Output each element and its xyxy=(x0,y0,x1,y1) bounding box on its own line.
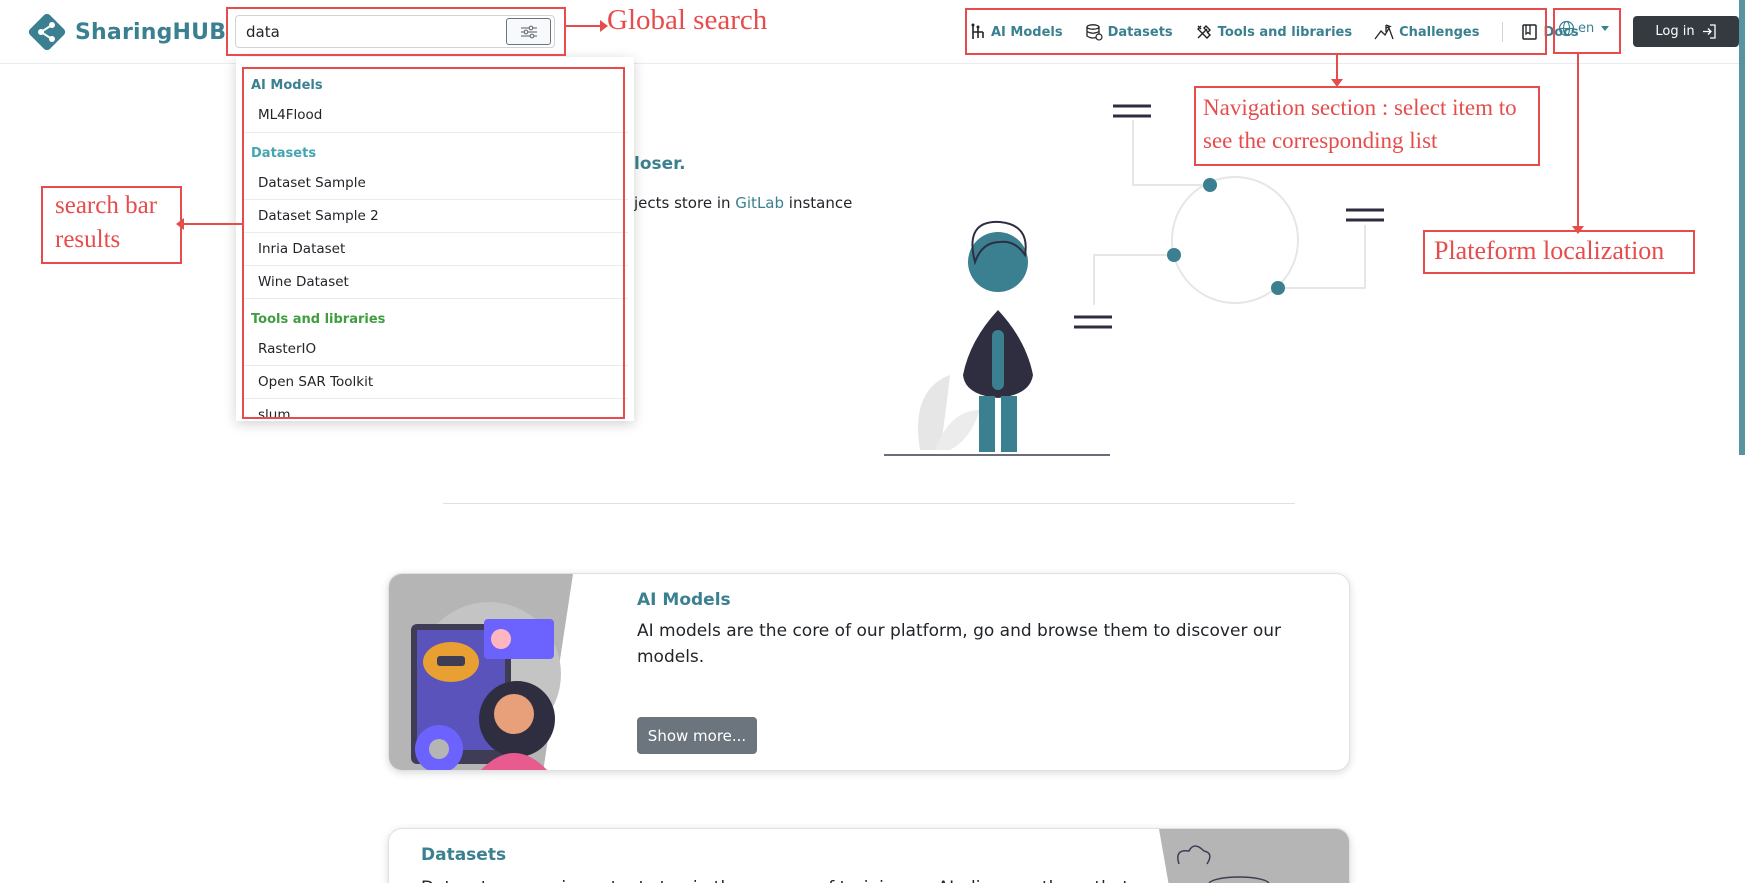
annotation-label-navigation-2: see the corresponding list xyxy=(1203,128,1438,153)
card-ai-models: AI Models AI models are the core of our … xyxy=(388,573,1350,771)
annotation-arrow-navigation xyxy=(1331,55,1343,87)
page-scroll-indicator[interactable] xyxy=(1739,0,1745,455)
annotation-label-localization: Plateform localization xyxy=(1434,236,1665,265)
annotation-arrow-global-search xyxy=(566,20,608,32)
annotation-box-navigation xyxy=(965,8,1547,55)
brand-logo-link[interactable]: SharingHUB xyxy=(27,12,226,52)
gitlab-link[interactable]: GitLab xyxy=(735,194,784,212)
login-label: Log in xyxy=(1655,24,1695,39)
annotation-label-navigation-1: Navigation section : select item to xyxy=(1203,95,1517,120)
annotation-label-global-search: Global search xyxy=(607,4,768,36)
annotation-arrow-localization xyxy=(1572,54,1584,234)
brand-name: SharingHUB xyxy=(75,19,227,45)
annotation-box-search-results xyxy=(242,67,625,419)
datasets-illustration xyxy=(1159,829,1349,883)
card-desc-datasets: Datasets are an important step in the pr… xyxy=(421,875,1129,883)
sharinghub-logo-icon xyxy=(28,13,66,51)
card-title-datasets: Datasets xyxy=(421,845,507,865)
hero-text-after: instance xyxy=(784,194,853,212)
annotation-arrow-search-results xyxy=(176,218,242,230)
hero-accent-text: loser. xyxy=(634,154,686,174)
card-datasets: Datasets Datasets are an important step … xyxy=(388,828,1350,883)
card-desc-ai-models: AI models are the core of our platform, … xyxy=(637,621,1282,667)
annotation-label-search-results-1: search bar xyxy=(55,192,158,219)
annotation-box-global-search xyxy=(226,7,566,56)
hero-text-before: jects store in xyxy=(634,194,736,212)
card-title-ai-models: AI Models xyxy=(637,590,731,610)
annotation-label-search-results-2: results xyxy=(55,226,121,253)
login-button[interactable]: Log in xyxy=(1633,16,1739,47)
section-divider xyxy=(443,503,1295,504)
show-more-ai-models-button[interactable]: Show more... xyxy=(637,717,757,754)
annotation-box-localization xyxy=(1553,8,1621,54)
login-icon xyxy=(1702,24,1716,39)
hero-description: jects store in GitLab instance xyxy=(634,194,852,212)
ai-models-illustration xyxy=(389,574,573,770)
